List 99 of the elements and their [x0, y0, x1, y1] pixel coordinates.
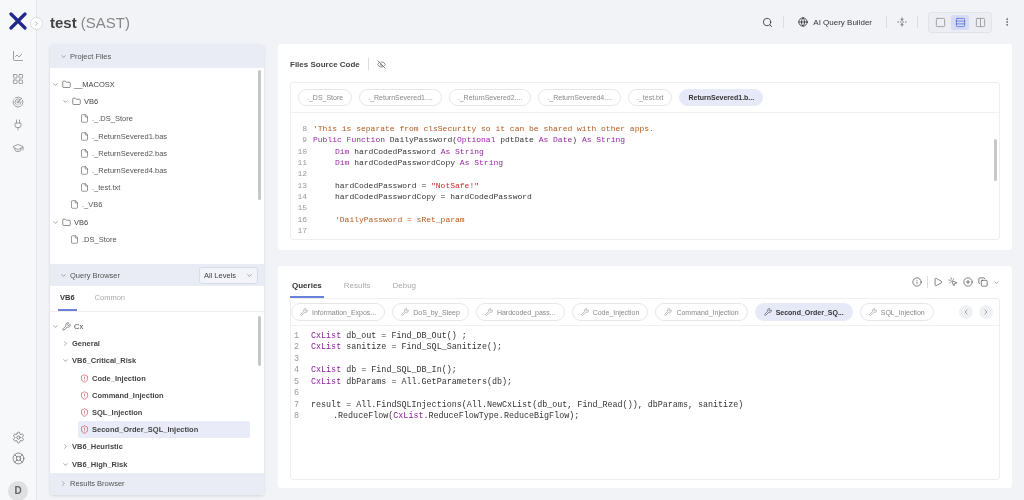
ai-query-builder-button[interactable]: AI Query Builder [794, 15, 876, 29]
code-line: 'This is separate from clsSecurity so it can be shared with other apps. [313, 124, 654, 134]
chevron-down-icon [62, 98, 69, 106]
logo-icon [9, 12, 27, 30]
line-number: 4 [292, 365, 300, 376]
editor-tab[interactable]: Queries [290, 275, 324, 298]
play-icon[interactable] [933, 277, 943, 287]
plug-icon[interactable] [12, 119, 24, 131]
shield-icon [80, 373, 89, 383]
folder-icon [62, 217, 71, 227]
info-icon[interactable] [912, 277, 922, 287]
shield-icon [80, 408, 89, 418]
tools-icon [763, 308, 772, 316]
code-line: .ReduceFlow(CxList.ReduceFlowType.ReduceBigFlow); [332, 411, 580, 422]
chevron-down-icon [52, 218, 59, 226]
file-icon [80, 166, 89, 176]
chevron-down-icon [62, 357, 69, 365]
code-line: hardCodedPasswordCopy = hardCodedPassword [334, 191, 532, 201]
chevron-down-icon [52, 323, 59, 331]
line-number: 2 [292, 342, 300, 353]
eye-off-icon[interactable] [376, 59, 386, 69]
rows-view-button[interactable] [951, 14, 969, 30]
file-icon [80, 183, 89, 193]
line-number: 13 [296, 180, 308, 190]
tools-icon [62, 322, 71, 332]
scrollbar-thumb[interactable] [258, 70, 261, 200]
file-icon [70, 200, 79, 210]
chevron-down-icon [246, 271, 253, 279]
chevron-right-icon [62, 340, 69, 348]
chevron-right-icon [982, 308, 990, 316]
line-number: 6 [292, 388, 300, 399]
chevron-down-icon [60, 52, 67, 60]
line-number: 3 [292, 353, 300, 364]
line-number: 15 [296, 203, 308, 213]
line-number: 17 [296, 225, 308, 235]
code-line: Public Function DailyPassword(Optional pdtDate As Date) As String [313, 135, 626, 145]
line-number: 12 [296, 169, 308, 179]
chevron-down-icon [52, 81, 59, 89]
tools-icon [868, 308, 877, 316]
tools-icon [484, 308, 493, 316]
globe-icon [798, 17, 809, 27]
code-line: result = All.FindSQLInjections(All.NewCxList(db_out, Find_Read()), dbParams, sanitize) [311, 399, 744, 410]
tools-icon [664, 308, 673, 316]
scrollbar-thumb[interactable] [994, 139, 997, 181]
chevron-right-icon [60, 480, 67, 488]
grid-icon[interactable] [12, 73, 24, 85]
line-number: 7 [292, 399, 300, 410]
tools-icon [580, 308, 589, 316]
file-icon [70, 234, 79, 244]
line-number: 1 [292, 330, 300, 341]
chevron-down-icon [60, 271, 67, 279]
file-icon [80, 148, 89, 158]
folder-icon [72, 97, 81, 107]
shield-icon [80, 425, 89, 435]
code-line: CxList sanitize = Find_SQL_Sanitize(); [311, 342, 502, 353]
page-title: test (SAST) [50, 13, 131, 31]
search-icon[interactable] [762, 16, 774, 28]
settings-icon[interactable] [11, 430, 25, 444]
code-line: Dim hardCodedPassword As String [334, 146, 484, 156]
expand-button[interactable] [30, 17, 43, 30]
add-icon[interactable] [963, 277, 973, 287]
fold-icon[interactable] [897, 17, 907, 27]
code-line: 'DailyPassword = sRet_param [334, 214, 465, 224]
line-number: 14 [296, 191, 308, 201]
code-line: CxList db_out = Find_DB_Out() ; [311, 330, 467, 341]
code-line: Dim hardCodedPasswordCopy As String [334, 158, 504, 168]
chevron-left-icon [962, 308, 970, 316]
chevron-down-icon[interactable] [993, 278, 1000, 286]
pointer-icon[interactable] [948, 277, 958, 287]
line-number: 11 [296, 158, 308, 168]
previous-button[interactable] [959, 305, 973, 319]
line-number: 8 [301, 124, 308, 134]
file-icon [80, 114, 89, 124]
tools-icon [300, 308, 308, 316]
radar-icon[interactable] [12, 96, 24, 108]
file-icon [80, 131, 89, 141]
line-number: 9 [301, 135, 308, 145]
code-line: hardCodedPassword = "NotSafe!" [334, 180, 480, 190]
chevron-right-icon [62, 443, 69, 451]
page-subtitle: (SAST) [80, 13, 131, 31]
chart-icon[interactable] [12, 50, 24, 62]
code-line: CxList dbParams = All.GetParameters(db); [311, 376, 513, 387]
user-avatar[interactable]: D [8, 480, 28, 500]
help-icon[interactable] [11, 451, 25, 465]
code-line: CxList db = Find_SQL_DB_In(); [311, 365, 457, 376]
folder-icon [62, 80, 71, 90]
line-number: 10 [296, 146, 308, 156]
graduation-cap-icon[interactable] [12, 142, 24, 154]
next-button[interactable] [979, 305, 993, 319]
line-number: 5 [292, 376, 300, 387]
line-number: 16 [296, 214, 308, 224]
scrollbar-thumb[interactable] [258, 316, 261, 366]
chevron-down-icon [62, 460, 69, 468]
chevron-right-icon [33, 20, 40, 27]
shield-icon [80, 390, 89, 400]
line-number: 8 [292, 411, 300, 422]
copy-icon[interactable] [978, 277, 988, 287]
panel-title: Files Source Code [290, 59, 360, 69]
tools-icon [401, 308, 410, 316]
